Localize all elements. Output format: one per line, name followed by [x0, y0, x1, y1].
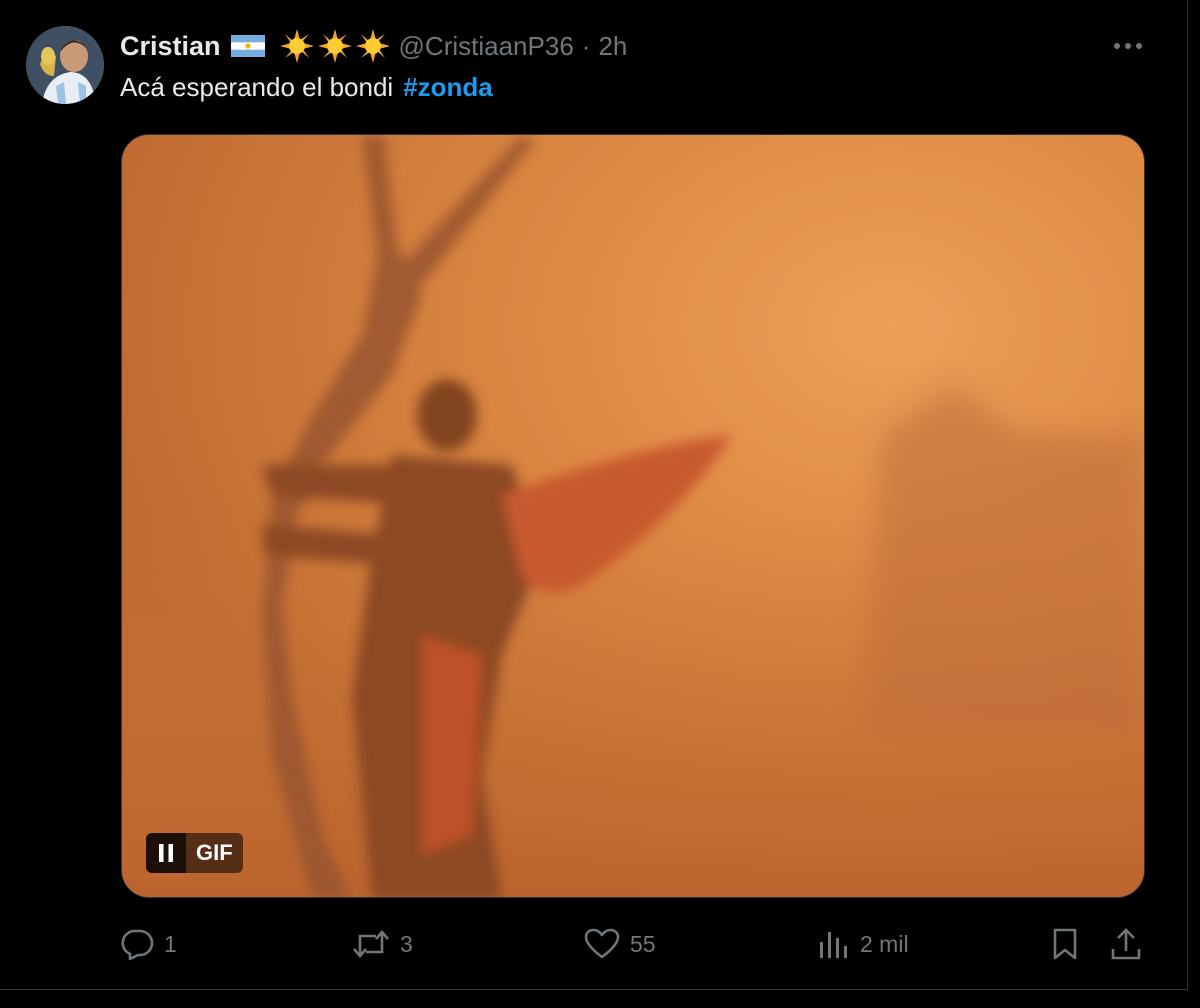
share-icon — [1111, 928, 1141, 960]
avatar[interactable] — [26, 26, 104, 104]
views-button[interactable]: 2 mil — [816, 922, 909, 966]
gif-frame — [122, 135, 1144, 897]
author-handle[interactable]: @CristiaanP36 — [399, 31, 574, 62]
emoji-badges — [279, 28, 391, 64]
separator-dot: · — [581, 30, 591, 61]
reply-button[interactable]: 1 — [120, 922, 177, 966]
bookmark-button[interactable] — [1050, 922, 1080, 966]
argentina-flag-icon — [230, 35, 265, 57]
analytics-icon — [820, 932, 847, 958]
sun-emoji-icon — [355, 28, 391, 64]
gif-media[interactable]: GIF — [121, 134, 1145, 898]
pause-button[interactable] — [146, 833, 186, 873]
sun-emoji-icon — [317, 28, 353, 64]
tweet-body: Acá esperando el bondi — [120, 72, 394, 102]
views-count: 2 mil — [860, 930, 909, 957]
gif-controls: GIF — [146, 833, 243, 873]
reply-count: 1 — [164, 930, 177, 957]
tweet-actions: 1 3 55 2 mil — [120, 922, 1150, 966]
heart-icon — [584, 928, 620, 959]
tweet-card[interactable]: Cristian @CristiaanP36 · 2h Acá esperand… — [0, 0, 1188, 990]
hashtag-link[interactable]: #zonda — [403, 72, 493, 102]
more-dots-icon — [1114, 43, 1142, 49]
retweet-icon — [353, 930, 389, 958]
share-button[interactable] — [1110, 922, 1142, 966]
avatar-photo — [26, 26, 104, 104]
like-count: 55 — [630, 930, 656, 957]
reply-icon — [121, 929, 154, 960]
retweet-count: 3 — [400, 930, 413, 957]
tweet-timestamp[interactable]: 2h — [598, 31, 627, 62]
author-name[interactable]: Cristian — [120, 31, 221, 62]
more-options-button[interactable] — [1108, 32, 1148, 60]
sun-emoji-icon — [279, 28, 315, 64]
like-button[interactable]: 55 — [584, 922, 656, 966]
pause-icon — [159, 844, 173, 862]
tweet-text: Acá esperando el bondi #zonda — [120, 72, 493, 103]
tweet-header: Cristian @CristiaanP36 · 2h — [120, 28, 627, 64]
gif-badge-label: GIF — [186, 833, 243, 873]
retweet-button[interactable]: 3 — [352, 922, 413, 966]
bookmark-icon — [1053, 928, 1077, 960]
